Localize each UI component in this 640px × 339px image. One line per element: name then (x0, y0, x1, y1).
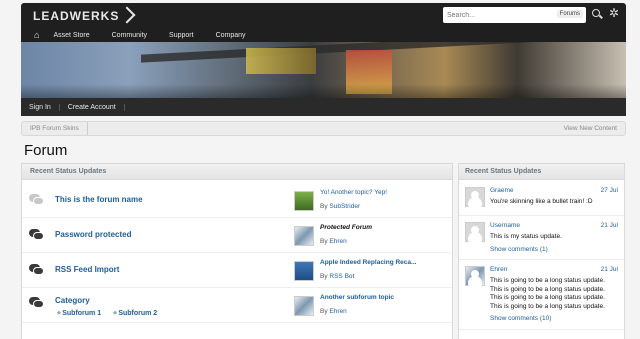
status-date: 21 Jul (600, 266, 618, 273)
user-avatar[interactable] (465, 222, 485, 242)
nav-asset-store[interactable]: Asset Store (53, 32, 89, 39)
forum-list-heading: Recent Status Updates (22, 164, 452, 180)
forum-name-link[interactable]: Password protected (55, 230, 131, 239)
subforum-list: Subforum 1 Subforum 2 (57, 310, 167, 317)
forum-unread-icon (29, 264, 44, 275)
status-updates-panel: Recent Status Updates Graeme 27 Jul You'… (458, 163, 625, 339)
last-poster-avatar[interactable] (294, 296, 314, 316)
status-text: This is my status update. (490, 233, 562, 240)
forum-row: Category Subforum 1 Subforum 2 Another s… (22, 288, 452, 323)
nav-support[interactable]: Support (169, 32, 194, 39)
banner-shade (21, 84, 626, 98)
last-post-title[interactable]: Another subforum topic (320, 294, 394, 301)
nav-community[interactable]: Community (112, 32, 147, 39)
site-logo[interactable]: LEADWERKS (33, 6, 136, 24)
forum-unread-icon (29, 297, 44, 308)
subforum-link[interactable]: Subforum 1 (57, 310, 101, 317)
logo-mark-icon (118, 6, 136, 24)
breadcrumb-separator (80, 122, 88, 135)
status-date: 21 Jul (600, 222, 618, 229)
status-item: Ehren 21 Jul This is going to be a long … (459, 262, 624, 330)
create-account-link[interactable]: Create Account (60, 103, 125, 111)
last-post-by: By RSS Bot (320, 273, 355, 280)
status-date: 27 Jul (600, 187, 618, 194)
last-post-title[interactable]: Protected Forum (320, 224, 372, 231)
last-post-title[interactable]: Yo! Another topic? Yep! (320, 189, 387, 196)
status-author-link[interactable]: Username (490, 222, 520, 229)
show-comments-link[interactable]: Show comments (10) (490, 315, 551, 322)
search-icon[interactable] (592, 9, 600, 17)
forum-list: Recent Status Updates This is the forum … (21, 163, 453, 339)
forum-name-link[interactable]: Category (55, 296, 90, 305)
forum-page: LEADWERKS Forums ✲ ⌂ Asset Store Communi… (0, 0, 640, 339)
status-item: Username 21 Jul This is my status update… (459, 218, 624, 260)
status-author-link[interactable]: Graeme (490, 187, 513, 194)
nav-company[interactable]: Company (216, 32, 246, 39)
site-header: LEADWERKS Forums ✲ ⌂ Asset Store Communi… (21, 3, 626, 42)
show-comments-link[interactable]: Show comments (1) (490, 246, 548, 253)
status-updates-heading: Recent Status Updates (459, 164, 624, 180)
last-post-title[interactable]: Apple Indeed Replacing Reca... (320, 259, 416, 266)
last-post-by: By SubStrider (320, 203, 361, 210)
breadcrumb-item[interactable]: IPB Forum Skins (30, 125, 79, 132)
sign-in-link[interactable]: Sign In (21, 103, 60, 111)
home-icon[interactable]: ⌂ (34, 30, 39, 40)
search-input[interactable] (443, 7, 555, 23)
search-box: Forums (443, 7, 586, 23)
status-item: Graeme 27 Jul You're skinning like a bul… (459, 183, 624, 216)
last-post-author-link[interactable]: RSS Bot (329, 273, 354, 280)
last-post-author-link[interactable]: Ehren (329, 238, 346, 245)
forum-row: Password protected Protected Forum By Eh… (22, 218, 452, 253)
status-author-link[interactable]: Ehren (490, 266, 507, 273)
page-title: Forum (24, 142, 68, 159)
view-new-content-link[interactable]: View New Content (564, 125, 617, 132)
header-banner-image (21, 42, 626, 98)
last-poster-avatar[interactable] (294, 191, 314, 211)
last-poster-avatar[interactable] (294, 226, 314, 246)
last-post-by: By Ehren (320, 308, 347, 315)
forum-name-link[interactable]: RSS Feed Import (55, 265, 119, 274)
search-scope-select[interactable]: Forums (556, 10, 583, 18)
breadcrumb: IPB Forum Skins View New Content (21, 121, 626, 136)
forum-row: RSS Feed Import Apple Indeed Replacing R… (22, 253, 452, 288)
last-poster-avatar[interactable] (294, 261, 314, 281)
forum-read-icon (29, 194, 44, 205)
banner-sign (246, 48, 316, 74)
user-bar: Sign In Create Account (21, 98, 626, 116)
gear-icon[interactable]: ✲ (609, 6, 619, 20)
forum-name-link[interactable]: This is the forum name (55, 195, 143, 204)
status-text: You're skinning like a bullet train! :D (490, 198, 593, 205)
forum-row: This is the forum name Yo! Another topic… (22, 183, 452, 218)
forum-unread-icon (29, 229, 44, 240)
main-nav: ⌂ Asset Store Community Support Company (21, 28, 268, 42)
last-post-by: By Ehren (320, 238, 347, 245)
last-post-author-link[interactable]: SubStrider (329, 203, 360, 210)
status-text: This is going to be a long status update… (490, 277, 605, 310)
user-avatar[interactable] (465, 266, 485, 286)
last-post-author-link[interactable]: Ehren (329, 308, 346, 315)
subforum-link[interactable]: Subforum 2 (113, 310, 157, 317)
user-avatar[interactable] (465, 187, 485, 207)
